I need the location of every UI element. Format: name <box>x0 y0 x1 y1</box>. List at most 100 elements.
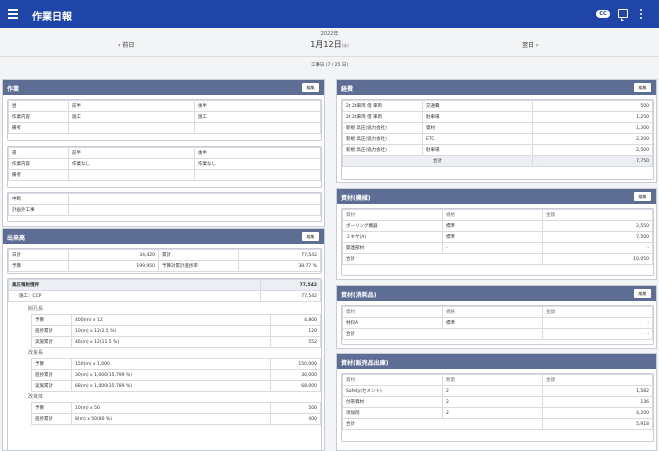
shizai-hanbai-table: 資材 数量 金額 Safety(セメント) 2 1,582 付帯資材 2 136 添加剤 2 4… <box>341 373 654 442</box>
cell: 500 <box>532 100 653 112</box>
more-menu-icon[interactable] <box>640 9 643 21</box>
shizai-kikai-edit-button[interactable]: 編集 <box>634 192 651 201</box>
cell: ETC <box>422 133 533 145</box>
cell: 1,250 <box>532 111 653 123</box>
cell: - <box>542 317 653 329</box>
table-row: 新規 高圧(協力会社) ETC 2,200 <box>342 133 653 145</box>
next-day-button[interactable]: 翌日 › <box>522 40 538 49</box>
table-row: 作業内容 作業なし 作業なし <box>8 158 321 170</box>
table-row: 添加剤 2 4,200 <box>342 407 653 419</box>
table-row: 資材 規格 金額 <box>342 306 653 318</box>
table-row: 夜前半 後半 <box>8 147 321 159</box>
cell: 施工 <box>68 111 195 123</box>
cell: 合計 <box>342 155 533 167</box>
sagyo-title: 作業 <box>7 86 20 93</box>
shizai-kikai-table: 資材 規格 金額 ボーリング機器 標準 2,550 ミキサ(A) 標準 7,500 関連部材… <box>341 208 654 276</box>
table-row: 進捗累計 8(m) x 50(80 %) 400 <box>31 413 321 425</box>
table-row: 昼前半 後半 <box>8 100 321 112</box>
cell: ボーリング機器 <box>342 220 443 232</box>
cell: 7,500 <box>542 231 653 243</box>
cell: 作業なし <box>68 158 195 170</box>
cell: 実施累計 <box>31 380 72 392</box>
table-row: 合計 - <box>342 328 653 340</box>
group-list: 削孔長 予算 400(m) x 12 4,800 進捗累計 10(m) x 12(2.… <box>8 302 321 425</box>
cell: 400(m) x 12 <box>71 314 271 326</box>
cell: 計画外工事 <box>8 204 69 216</box>
cell: 合計 <box>342 418 543 430</box>
table-row: 資材 規格 金額 <box>342 209 653 221</box>
cell: 付帯資材 <box>342 396 443 408</box>
cell: 予算 <box>31 402 72 414</box>
cc-badge-icon[interactable]: CC <box>596 10 610 18</box>
menu-icon[interactable] <box>8 9 18 19</box>
shizai-kikai-title: 資材(機械) <box>341 195 371 202</box>
date-main: 1月12日 <box>310 40 342 49</box>
cell: 予算 <box>31 314 72 326</box>
cell: 標準 <box>442 220 543 232</box>
table-row: 2t 2t車両 借 車両 駐車場 1,250 <box>342 111 653 123</box>
cell: 120 <box>270 325 321 337</box>
sagyo-edit-button[interactable]: 編集 <box>302 83 319 92</box>
cell: 進捗累計 <box>31 413 72 425</box>
table-row: 進捗累計 30(m) x 1,000(15.799 %) 30,000 <box>31 369 321 381</box>
cell <box>68 169 195 181</box>
cell: 資材 <box>342 306 443 318</box>
cell: 前半 <box>68 147 195 159</box>
cell: 150(m) x 1,000 <box>71 358 271 370</box>
cell: 後半 <box>194 147 321 159</box>
cell: 標準 <box>442 231 543 243</box>
workday-counter: 工事日 (7 / 25 日) <box>310 63 349 68</box>
cell: 規格 <box>442 306 543 318</box>
cell: 金額 <box>542 306 653 318</box>
table-row: 合計 5,918 <box>342 418 653 430</box>
cell: 金額 <box>542 374 653 386</box>
cell: 10,050 <box>542 253 653 265</box>
cell: 1,300 <box>532 122 653 134</box>
cell: 予算対累計進捗率 <box>158 260 239 272</box>
table-row: 2t 2t車両 借 車両 交通費 500 <box>342 100 653 112</box>
cell: 150,000 <box>270 358 321 370</box>
cell: 2,550 <box>542 220 653 232</box>
shizai-shomo-edit-button[interactable]: 編集 <box>634 289 651 298</box>
cell: 8(m) x 50(80 %) <box>71 413 271 425</box>
keihi-edit-button[interactable]: 編集 <box>634 83 651 92</box>
keihi-panel: 経費 編集 2t 2t車両 借 車両 交通費 500 2t 2t車両 借 車両 駐車場 1… <box>336 79 657 183</box>
cell: 標準 <box>442 317 543 329</box>
table-row: Safety(セメント) 2 1,582 <box>342 385 653 397</box>
cell: 施工：CCP <box>8 290 261 302</box>
table-row: 関連部材 - - <box>342 242 653 254</box>
cell: 合計 <box>342 253 543 265</box>
cell: 交通費 <box>422 100 533 112</box>
cell: 2t 2t車両 借 車両 <box>342 111 423 123</box>
cell: 2,500 <box>532 144 653 156</box>
cell: - <box>442 242 543 254</box>
cell: 199,950 <box>68 260 159 272</box>
feedback-icon[interactable] <box>618 9 628 21</box>
app-bar: 作業日報 CC <box>0 0 659 28</box>
cell <box>68 193 321 205</box>
cell: 材料A <box>342 317 443 329</box>
year-label: 2022年 <box>320 31 339 37</box>
table-row: 付帯資材 2 136 <box>342 396 653 408</box>
table-row: 備考 <box>8 122 321 134</box>
cell: 38.77 % <box>238 260 321 272</box>
interruption-block: 中断 計画外工事 <box>7 192 322 222</box>
cell: 2 <box>442 407 543 419</box>
night-shift-block: 夜前半 後半 作業内容 作業なし 作業なし 備考 <box>7 146 322 188</box>
cell: 日計 <box>8 249 69 261</box>
table-row: 新規 高圧(協力会社) 駐車場 2,500 <box>342 144 653 156</box>
shukko-edit-button[interactable]: 編集 <box>302 232 319 241</box>
next-day-label: 翌日 <box>522 42 535 49</box>
table-row: 中断 <box>8 193 321 205</box>
table-row: 実施累計 68(m) x 1,000(35.789 %) 68,000 <box>31 380 321 392</box>
cell <box>194 122 321 134</box>
cell: 10(m) x 50 <box>71 402 271 414</box>
cell: 後半 <box>194 100 321 112</box>
cell: 136 <box>542 396 653 408</box>
cell: 添加剤 <box>342 407 443 419</box>
cell: 500 <box>270 402 321 414</box>
table-row: 予算 199,950 予算対累計進捗率 38.77 % <box>8 260 321 272</box>
divider <box>0 56 659 57</box>
group-name: 削孔長 <box>28 306 44 312</box>
cell <box>194 169 321 181</box>
